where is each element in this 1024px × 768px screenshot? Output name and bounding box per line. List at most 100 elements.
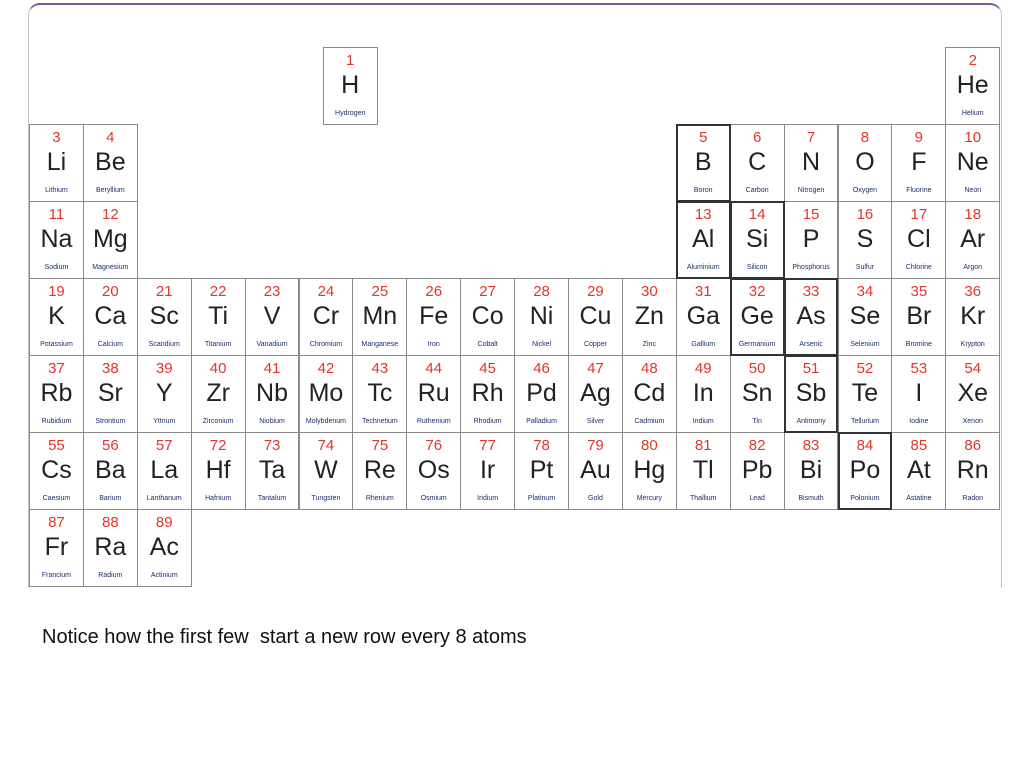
element-symbol: Cl bbox=[907, 225, 931, 253]
atomic-number: 83 bbox=[802, 437, 820, 454]
element-symbol: Te bbox=[851, 379, 879, 407]
element-symbol: La bbox=[150, 456, 179, 484]
element-cell-pd: 46 Pd Palladium bbox=[514, 355, 569, 433]
atomic-number: 38 bbox=[101, 360, 119, 377]
atomic-number: 44 bbox=[425, 360, 443, 377]
atomic-number: 27 bbox=[479, 283, 496, 300]
element-name: Beryllium bbox=[95, 187, 125, 194]
element-name: Krypton bbox=[960, 341, 985, 348]
atomic-number: 33 bbox=[802, 283, 820, 300]
element-name: Niobium bbox=[259, 418, 285, 425]
element-name: Neon bbox=[964, 187, 982, 194]
element-symbol: Au bbox=[580, 456, 611, 484]
element-name: Lithium bbox=[45, 187, 68, 194]
atomic-number: 85 bbox=[910, 437, 928, 454]
element-cell-f: 9 F Fluorine bbox=[891, 124, 947, 202]
element-name: Bismuth bbox=[798, 495, 824, 502]
element-name: Thallium bbox=[690, 495, 717, 502]
element-name: Radon bbox=[962, 495, 984, 502]
element-symbol: Mg bbox=[92, 225, 128, 253]
element-cell-fr: 87 Fr Francium bbox=[29, 509, 84, 587]
atomic-number: 30 bbox=[640, 283, 658, 300]
atomic-number: 55 bbox=[48, 437, 65, 454]
element-cell-mn: 25 Mn Manganese bbox=[352, 278, 408, 356]
element-cell-zr: 40 Zr Zirconium bbox=[190, 355, 246, 433]
element-symbol: Si bbox=[746, 225, 769, 253]
element-symbol: Rn bbox=[956, 456, 989, 484]
element-symbol: Be bbox=[95, 148, 126, 176]
atomic-number: 17 bbox=[910, 206, 928, 223]
atomic-number: 10 bbox=[964, 129, 982, 146]
element-name: Hafnium bbox=[205, 495, 232, 502]
element-symbol: Kr bbox=[960, 302, 986, 330]
element-name: Technetium bbox=[361, 418, 398, 425]
element-cell-be: 4 Be Beryllium bbox=[82, 124, 138, 202]
atomic-number: 6 bbox=[752, 129, 762, 146]
element-cell-rb: 37 Rb Rubidium bbox=[29, 355, 84, 433]
atomic-number: 2 bbox=[968, 52, 977, 69]
element-symbol: Y bbox=[155, 379, 173, 407]
element-name: Ruthenium bbox=[416, 418, 451, 425]
element-name: Gold bbox=[588, 495, 603, 502]
atomic-number: 9 bbox=[914, 129, 923, 146]
element-cell-s: 16 S Sulfur bbox=[837, 201, 893, 279]
element-symbol: I bbox=[915, 379, 923, 407]
element-cell-sr: 38 Sr Strontium bbox=[82, 355, 138, 433]
element-name: Nitrogen bbox=[797, 187, 825, 194]
element-cell-li: 3 Li Lithium bbox=[29, 124, 84, 202]
element-cell-o: 8 O Oxygen bbox=[837, 124, 893, 202]
atomic-number: 29 bbox=[587, 283, 604, 300]
atomic-number: 43 bbox=[371, 360, 389, 377]
atomic-number: 75 bbox=[371, 437, 389, 454]
element-symbol: Ru bbox=[417, 379, 450, 407]
atomic-number: 21 bbox=[155, 283, 173, 300]
element-name: Tellurium bbox=[850, 418, 879, 425]
element-cell-cd: 48 Cd Cadmium bbox=[621, 355, 677, 433]
element-symbol: Sc bbox=[149, 302, 179, 330]
element-symbol: Zr bbox=[206, 379, 230, 407]
atomic-number: 5 bbox=[699, 129, 708, 146]
element-name: Vanadium bbox=[256, 341, 288, 348]
element-name: Sodium bbox=[44, 264, 69, 271]
element-cell-kr: 36 Kr Krypton bbox=[945, 278, 1001, 356]
slide-caption: Notice how the first few start a new row… bbox=[42, 626, 527, 648]
atomic-number: 76 bbox=[425, 437, 443, 454]
atomic-number: 22 bbox=[209, 283, 227, 300]
element-cell-in: 49 In Indium bbox=[675, 355, 731, 433]
atomic-number: 78 bbox=[533, 437, 550, 454]
element-name: Carbon bbox=[745, 187, 769, 194]
element-cell-hf: 72 Hf Hafnium bbox=[190, 432, 246, 510]
element-symbol: Fe bbox=[419, 302, 449, 330]
element-cell-ga: 31 Ga Gallium bbox=[675, 278, 731, 356]
atomic-number: 81 bbox=[694, 437, 712, 454]
atomic-number: 20 bbox=[101, 283, 119, 300]
element-name: Yttrium bbox=[153, 418, 176, 425]
element-cell-sc: 21 Sc Scandium bbox=[136, 278, 192, 356]
element-cell-tc: 43 Tc Technetium bbox=[352, 355, 408, 433]
element-name: Cobalt bbox=[477, 341, 498, 348]
atomic-number: 4 bbox=[106, 129, 115, 146]
element-name: Silicon bbox=[746, 264, 768, 271]
element-symbol: N bbox=[802, 148, 821, 176]
element-cell-fe: 26 Fe Iron bbox=[406, 278, 462, 356]
element-symbol: Ar bbox=[960, 225, 986, 253]
element-name: Oxygen bbox=[852, 187, 877, 194]
element-cell-at: 85 At Astatine bbox=[891, 432, 947, 510]
element-name: Phosphorus bbox=[792, 264, 830, 271]
element-symbol: Nb bbox=[256, 379, 289, 407]
element-name: Polonium bbox=[850, 495, 880, 502]
element-symbol: Cd bbox=[633, 379, 666, 407]
element-cell-al: 13 Al Aluminium bbox=[675, 201, 731, 279]
element-name: Rhodium bbox=[473, 418, 502, 425]
element-cell-ag: 47 Ag Silver bbox=[568, 355, 623, 433]
atomic-number: 34 bbox=[856, 283, 874, 300]
element-cell-co: 27 Co Cobalt bbox=[460, 278, 516, 356]
element-name: Potassium bbox=[40, 341, 73, 348]
element-name: Chromium bbox=[309, 341, 343, 348]
atomic-number: 80 bbox=[640, 437, 658, 454]
element-cell-cu: 29 Cu Copper bbox=[568, 278, 623, 356]
element-symbol: Ag bbox=[580, 379, 611, 407]
element-cell-sn: 50 Sn Tin bbox=[729, 355, 785, 433]
element-name: Rhenium bbox=[365, 495, 394, 502]
element-name: Xenon bbox=[962, 418, 983, 425]
